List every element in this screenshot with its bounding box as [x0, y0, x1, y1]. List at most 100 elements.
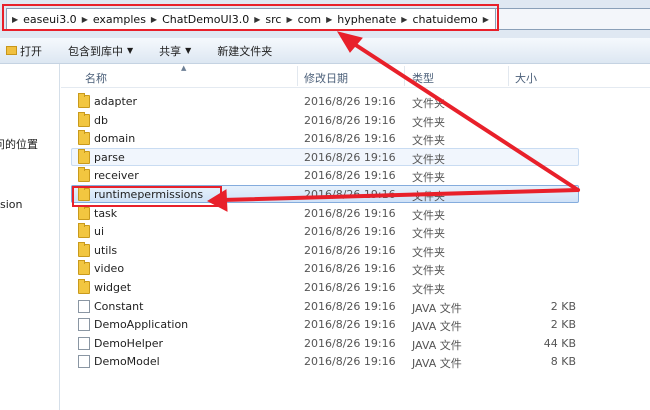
navigation-pane: 问的位置 sion	[0, 64, 60, 410]
file-name: Constant	[94, 299, 144, 313]
breadcrumb-segment[interactable]: easeui3.0	[23, 13, 77, 26]
nav-item-partial[interactable]: sion	[0, 198, 23, 211]
file-name: video	[94, 262, 125, 276]
file-name: task	[94, 206, 118, 220]
file-size: 2 KB	[550, 299, 576, 313]
folder-row[interactable]: db 2016/8/26 19:16 文件夹	[71, 111, 579, 129]
file-type: 文件夹	[412, 171, 445, 185]
chevron-right-icon[interactable]: ▶	[401, 15, 407, 24]
file-type: 文件夹	[412, 227, 445, 241]
breadcrumb-segment[interactable]: com	[298, 13, 322, 26]
chevron-right-icon[interactable]: ▶	[82, 15, 88, 24]
folder-row[interactable]: ui 2016/8/26 19:16 文件夹	[71, 222, 579, 240]
share-button[interactable]: 共享 ▼	[153, 40, 197, 62]
folder-row[interactable]: runtimepermissions 2016/8/26 19:16 文件夹	[71, 185, 579, 203]
file-row[interactable]: DemoModel 2016/8/26 19:16 JAVA 文件 8 KB	[71, 352, 579, 370]
file-type: 文件夹	[412, 152, 445, 166]
file-type: 文件夹	[412, 283, 445, 296]
file-size: 8 KB	[550, 355, 576, 369]
breadcrumb[interactable]: ▶ easeui3.0 ▶ examples ▶ ChatDemoUI3.0 ▶ src ▶ co…	[6, 8, 496, 30]
file-date-modified: 2016/8/26 19:16	[304, 169, 396, 183]
file-row[interactable]: Constant 2016/8/26 19:16 JAVA 文件 2 KB	[71, 297, 579, 315]
open-folder-icon	[6, 46, 17, 55]
file-date-modified: 2016/8/26 19:16	[304, 243, 396, 257]
file-type: JAVA 文件	[412, 320, 462, 334]
nav-item-recent-places[interactable]: 问的位置	[0, 136, 38, 152]
folder-row[interactable]: receiver 2016/8/26 19:16 文件夹	[71, 166, 579, 184]
chevron-down-icon: ▼	[127, 46, 134, 55]
document-icon	[78, 318, 90, 332]
folder-icon	[78, 186, 90, 201]
file-name: utils	[94, 243, 118, 257]
folder-row[interactable]: domain 2016/8/26 19:16 文件夹	[71, 129, 579, 147]
chevron-down-icon: ▼	[185, 46, 192, 55]
file-date-modified: 2016/8/26 19:16	[304, 113, 396, 127]
file-date-modified: 2016/8/26 19:16	[304, 206, 396, 220]
file-date-modified: 2016/8/26 19:16	[304, 225, 396, 239]
document-icon	[78, 336, 90, 350]
folder-row[interactable]: video 2016/8/26 19:16 文件夹	[71, 259, 579, 277]
file-size: 2 KB	[550, 318, 576, 332]
folder-row[interactable]: task 2016/8/26 19:16 文件夹	[71, 204, 579, 222]
document-icon	[78, 355, 90, 369]
address-bar-empty-area[interactable]	[496, 8, 650, 30]
open-button-label: 打开	[20, 44, 42, 58]
file-type: 文件夹	[412, 264, 445, 278]
column-divider[interactable]	[404, 66, 405, 86]
column-header-size[interactable]: 大小	[515, 70, 537, 86]
folder-icon	[78, 241, 90, 257]
column-header-name[interactable]: 名称	[85, 70, 107, 86]
file-row[interactable]: DemoHelper 2016/8/26 19:16 JAVA 文件 44 KB	[71, 334, 579, 352]
file-date-modified: 2016/8/26 19:16	[304, 95, 396, 108]
folder-icon	[78, 148, 90, 164]
breadcrumb-segment[interactable]: ChatDemoUI3.0	[162, 13, 249, 26]
folder-icon	[78, 93, 90, 108]
chevron-right-icon[interactable]: ▶	[12, 15, 18, 24]
breadcrumb-segment[interactable]: hyphenate	[337, 13, 396, 26]
file-name: DemoApplication	[94, 318, 189, 332]
include-in-library-label: 包含到库中	[68, 44, 123, 58]
column-header-type[interactable]: 类型	[412, 70, 434, 86]
chevron-right-icon[interactable]: ▶	[326, 15, 332, 24]
new-folder-label: 新建文件夹	[217, 44, 273, 58]
folder-icon	[78, 279, 90, 294]
breadcrumb-segment[interactable]: chatuidemo	[412, 13, 477, 26]
column-divider[interactable]	[297, 66, 298, 86]
file-type: JAVA 文件	[412, 357, 462, 371]
file-type: 文件夹	[412, 134, 445, 148]
share-label: 共享	[159, 44, 182, 58]
sort-ascending-icon: ▲	[181, 64, 187, 72]
column-divider[interactable]	[508, 66, 509, 86]
file-type: 文件夹	[412, 115, 445, 129]
file-date-modified: 2016/8/26 19:16	[304, 188, 396, 201]
file-type: JAVA 文件	[412, 301, 462, 315]
folder-row[interactable]: adapter 2016/8/26 19:16 文件夹	[71, 92, 579, 110]
chevron-right-icon[interactable]: ▶	[483, 15, 489, 24]
file-type: 文件夹	[412, 190, 445, 203]
file-row[interactable]: DemoApplication 2016/8/26 19:16 JAVA 文件 2 K…	[71, 315, 579, 333]
new-folder-button[interactable]: 新建文件夹	[211, 40, 278, 62]
chevron-right-icon[interactable]: ▶	[151, 15, 157, 24]
folder-icon	[78, 260, 90, 276]
file-date-modified: 2016/8/26 19:16	[304, 281, 396, 294]
folder-row[interactable]: utils 2016/8/26 19:16 文件夹	[71, 241, 579, 259]
file-name: parse	[94, 150, 125, 164]
folder-icon	[78, 223, 90, 239]
file-name: DemoHelper	[94, 336, 164, 350]
open-button[interactable]: 打开	[0, 40, 48, 62]
file-name: adapter	[94, 95, 138, 108]
chevron-right-icon[interactable]: ▶	[254, 15, 260, 24]
file-date-modified: 2016/8/26 19:16	[304, 150, 396, 164]
folder-row[interactable]: parse 2016/8/26 19:16 文件夹	[71, 147, 579, 166]
file-name: DemoModel	[94, 355, 160, 369]
include-in-library-button[interactable]: 包含到库中 ▼	[62, 40, 139, 62]
address-bar: ▶ easeui3.0 ▶ examples ▶ ChatDemoUI3.0 ▶ src ▶ co…	[0, 0, 650, 38]
breadcrumb-segment[interactable]: examples	[93, 13, 146, 26]
file-type: 文件夹	[412, 245, 445, 259]
breadcrumb-segment[interactable]: src	[265, 13, 281, 26]
folder-row[interactable]: widget 2016/8/26 19:16 文件夹	[71, 278, 579, 296]
document-icon	[78, 299, 90, 313]
chevron-right-icon[interactable]: ▶	[286, 15, 292, 24]
folder-icon	[78, 204, 90, 220]
column-header-date-modified[interactable]: 修改日期	[304, 70, 348, 86]
